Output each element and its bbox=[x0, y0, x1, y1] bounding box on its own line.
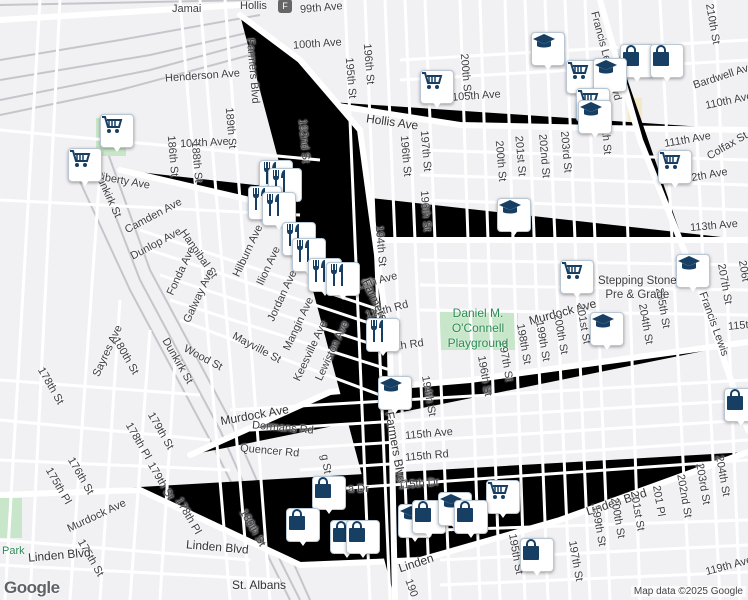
marker-pointer bbox=[632, 75, 642, 82]
bag-icon bbox=[724, 388, 748, 422]
school-icon bbox=[578, 100, 612, 134]
bag-icon bbox=[346, 520, 380, 554]
marker-pointer bbox=[324, 507, 334, 514]
marker-pointer bbox=[590, 131, 600, 138]
marker-pointer bbox=[498, 511, 508, 518]
label-park: Park bbox=[2, 545, 25, 557]
marker-pointer bbox=[509, 229, 519, 236]
cart-icon bbox=[658, 150, 692, 184]
marker-pointer bbox=[543, 63, 553, 70]
bag-marker[interactable] bbox=[650, 44, 684, 82]
school-icon bbox=[590, 312, 624, 346]
bag-marker[interactable] bbox=[520, 538, 554, 576]
label-115th-right: 115t bbox=[727, 319, 748, 333]
cart-icon bbox=[100, 114, 134, 148]
marker-pointer bbox=[572, 291, 582, 298]
marker-pointer bbox=[358, 551, 368, 558]
bag-icon bbox=[520, 538, 554, 572]
marker-pointer bbox=[736, 419, 746, 426]
label-st-albans: St. Albans bbox=[232, 578, 287, 592]
school-marker[interactable] bbox=[497, 198, 531, 236]
fork-icon bbox=[262, 192, 296, 226]
label-jamaica: Jamai bbox=[172, 3, 202, 15]
bag-marker[interactable] bbox=[286, 508, 320, 546]
bag-marker[interactable] bbox=[724, 388, 748, 426]
marker-pointer bbox=[670, 181, 680, 188]
fork-icon bbox=[326, 262, 360, 296]
marker-pointer bbox=[338, 293, 348, 300]
fork-marker[interactable] bbox=[366, 318, 400, 356]
marker-pointer bbox=[432, 101, 442, 108]
marker-pointer bbox=[532, 569, 542, 576]
cart-marker[interactable] bbox=[420, 70, 454, 108]
map-attribution[interactable]: Map data ©2025 Google bbox=[630, 586, 746, 597]
google-logo: Google bbox=[4, 578, 60, 597]
school-marker[interactable] bbox=[378, 376, 412, 414]
school-icon bbox=[676, 254, 710, 288]
marker-pointer bbox=[466, 531, 476, 538]
cart-marker[interactable] bbox=[100, 114, 134, 152]
stepping-stone-label[interactable]: Stepping Stone Pre & Grade bbox=[598, 274, 677, 302]
map-canvas[interactable]: Jamai Hollis F 99th Ave 100th Ave Hender… bbox=[0, 0, 748, 600]
school-icon bbox=[531, 32, 565, 66]
bag-marker[interactable] bbox=[454, 500, 488, 538]
school-icon bbox=[378, 376, 412, 410]
cart-marker[interactable] bbox=[486, 480, 520, 518]
school-marker[interactable] bbox=[590, 312, 624, 350]
school-icon bbox=[497, 198, 531, 232]
marker-pointer bbox=[688, 285, 698, 292]
marker-pointer bbox=[424, 531, 434, 538]
fork-marker[interactable] bbox=[326, 262, 360, 300]
subway-icon[interactable]: F bbox=[278, 0, 292, 13]
cart-icon bbox=[68, 148, 102, 182]
label-hollis: Hollis bbox=[240, 0, 267, 12]
cart-icon bbox=[560, 260, 594, 294]
school-marker[interactable] bbox=[578, 100, 612, 138]
cart-marker[interactable] bbox=[658, 150, 692, 188]
school-marker[interactable] bbox=[676, 254, 710, 292]
marker-pointer bbox=[662, 75, 672, 82]
marker-pointer bbox=[378, 349, 388, 356]
cart-icon bbox=[486, 480, 520, 514]
marker-pointer bbox=[80, 179, 90, 186]
bag-icon bbox=[312, 476, 346, 510]
cart-marker[interactable] bbox=[68, 148, 102, 186]
marker-pointer bbox=[602, 343, 612, 350]
school-marker[interactable] bbox=[531, 32, 565, 70]
marker-pointer bbox=[112, 145, 122, 152]
cart-icon bbox=[420, 70, 454, 104]
label-dr-fragment: a Dr bbox=[348, 483, 369, 495]
oconnell-playground-label[interactable]: Daniel M. O'Connell Playground bbox=[436, 306, 520, 351]
bag-icon bbox=[454, 500, 488, 534]
bag-icon bbox=[286, 508, 320, 542]
fork-icon bbox=[366, 318, 400, 352]
marker-pointer bbox=[298, 539, 308, 546]
marker-pointer bbox=[390, 407, 400, 414]
bag-marker[interactable] bbox=[346, 520, 380, 558]
bag-icon bbox=[650, 44, 684, 78]
label-104th-ave: 104th Ave bbox=[179, 135, 230, 151]
school-icon bbox=[593, 58, 627, 92]
cart-marker[interactable] bbox=[560, 260, 594, 298]
